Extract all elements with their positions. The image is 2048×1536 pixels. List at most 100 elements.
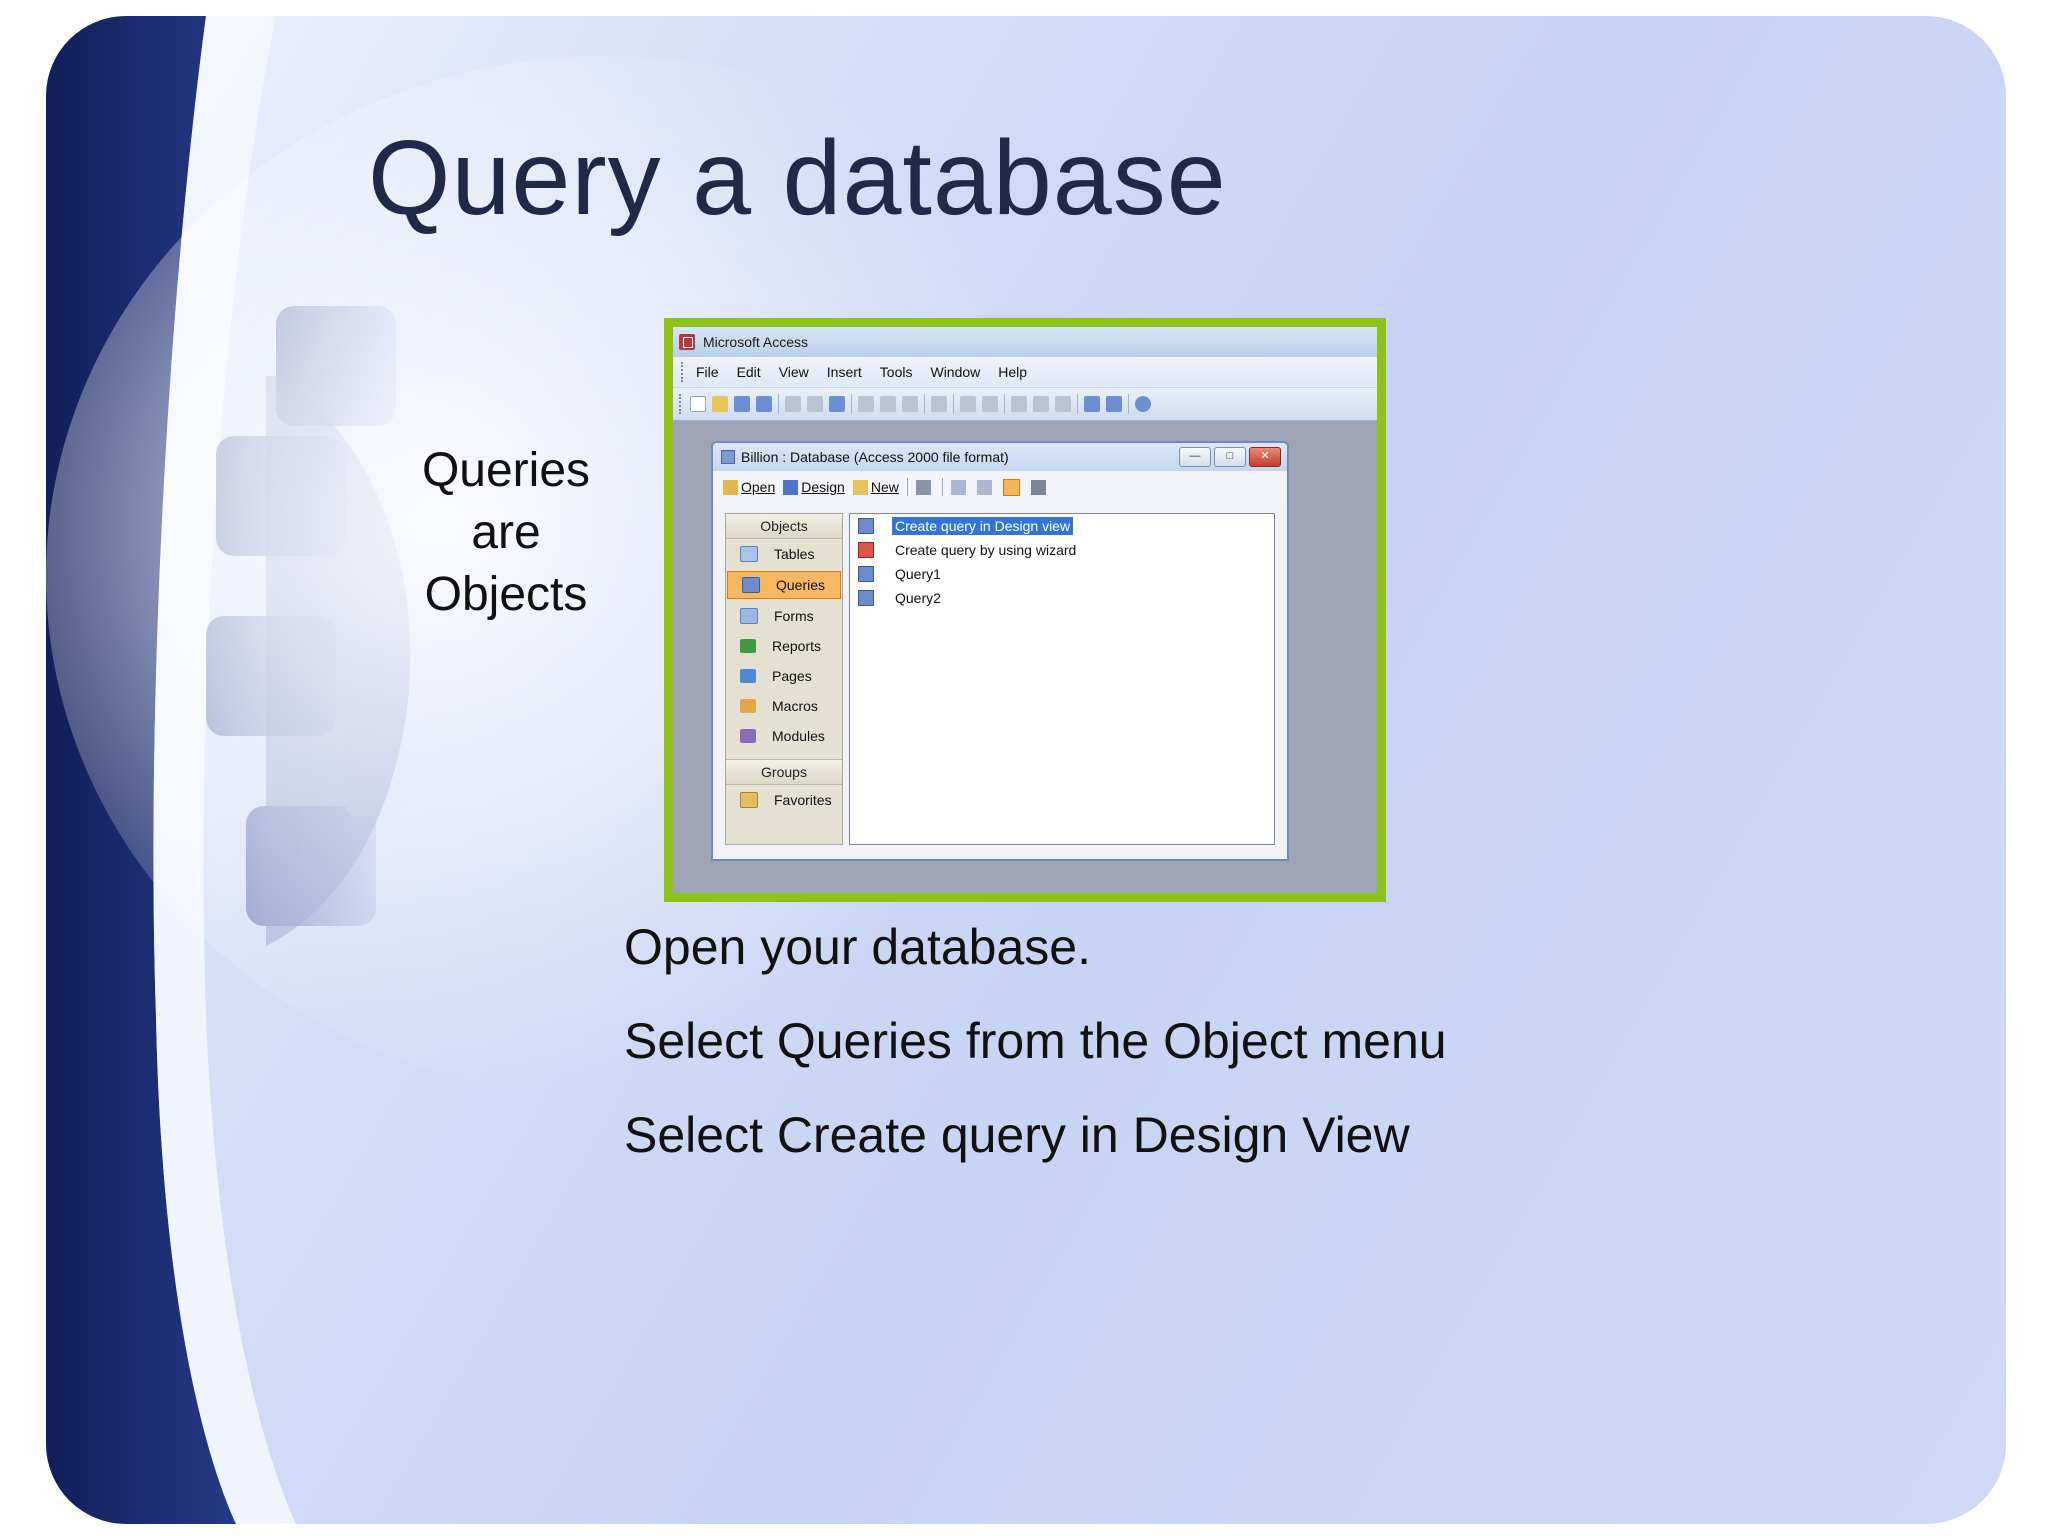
code-icon[interactable]	[1011, 396, 1027, 412]
object-macros[interactable]: Macros	[726, 691, 842, 721]
small-icons-button[interactable]	[976, 479, 995, 495]
favorites-folder-icon	[740, 792, 758, 808]
app-title: Microsoft Access	[703, 334, 809, 350]
object-pages[interactable]: Pages	[726, 661, 842, 691]
menu-bar: File Edit View Insert Tools Window Help	[673, 357, 1377, 388]
instruction-list: Open your database. Select Queries from …	[624, 918, 1447, 1200]
paste-icon[interactable]	[902, 396, 918, 412]
instruction-item: Open your database.	[624, 919, 1091, 975]
grip-icon	[681, 362, 686, 382]
toolbar-separator	[1128, 394, 1129, 414]
list-view-button[interactable]	[1002, 478, 1023, 496]
analyze-icon[interactable]	[982, 396, 998, 412]
report-icon	[740, 639, 756, 653]
database-icon	[721, 450, 735, 464]
macro-icon	[740, 699, 756, 713]
design-icon	[783, 479, 799, 495]
object-reports[interactable]: Reports	[726, 631, 842, 661]
cut-icon[interactable]	[858, 396, 874, 412]
side-note-line: Objects	[424, 568, 588, 621]
list-item-query2[interactable]: Query2	[850, 586, 1274, 610]
menu-file[interactable]: File	[696, 364, 719, 380]
open-label: Open	[741, 479, 776, 495]
objects-header[interactable]: Objects	[726, 514, 842, 539]
group-favorites[interactable]: Favorites	[726, 785, 842, 815]
close-icon[interactable]: ✕	[1249, 447, 1281, 467]
new-icon	[852, 479, 868, 495]
standard-toolbar	[673, 388, 1377, 421]
new-file-icon[interactable]	[690, 396, 706, 412]
toolbar-separator	[941, 478, 943, 496]
list-item-create-wizard[interactable]: Create query by using wizard	[850, 538, 1274, 562]
details-view-button[interactable]	[1030, 479, 1049, 495]
toolbar-separator	[906, 478, 908, 496]
object-label: Queries	[776, 577, 826, 593]
objects-bar: Objects Tables Queries Forms Reports Pag…	[725, 513, 843, 845]
small-icons-icon	[976, 479, 992, 495]
help-icon[interactable]	[1135, 396, 1151, 412]
access-logo-icon	[679, 334, 695, 350]
open-folder-icon[interactable]	[712, 396, 728, 412]
object-modules[interactable]: Modules	[726, 721, 842, 751]
list-item-label: Query2	[895, 590, 941, 606]
menu-view[interactable]: View	[779, 364, 809, 380]
menu-help[interactable]: Help	[998, 364, 1027, 380]
wizard-icon	[858, 542, 874, 558]
office-links-icon[interactable]	[960, 396, 976, 412]
menu-edit[interactable]: Edit	[737, 364, 761, 380]
large-icons-button[interactable]	[950, 479, 969, 495]
object-label: Tables	[774, 546, 815, 562]
instruction-item: Select Create query in Design View	[624, 1107, 1410, 1163]
toolbar-separator	[851, 394, 852, 414]
copy-icon[interactable]	[880, 396, 896, 412]
design-label: Design	[801, 479, 845, 495]
menu-window[interactable]: Window	[930, 364, 980, 380]
menu-insert[interactable]: Insert	[827, 364, 862, 380]
object-queries[interactable]: Queries	[727, 571, 841, 599]
toolbar-separator	[953, 394, 954, 414]
print-icon[interactable]	[785, 396, 801, 412]
save-icon[interactable]	[734, 396, 750, 412]
spelling-icon[interactable]	[829, 396, 845, 412]
details-view-icon	[1030, 479, 1046, 495]
list-item-create-design-view[interactable]: Create query in Design view	[850, 514, 1274, 538]
object-tables[interactable]: Tables	[726, 539, 842, 569]
groups-header[interactable]: Groups	[726, 759, 842, 785]
object-forms[interactable]: Forms	[726, 601, 842, 631]
database-window: Billion : Database (Access 2000 file for…	[711, 441, 1289, 861]
toolbar-separator	[1077, 394, 1078, 414]
table-icon	[740, 546, 758, 562]
new-button[interactable]: New	[852, 479, 899, 495]
module-icon	[740, 729, 756, 743]
script-icon[interactable]	[1033, 396, 1049, 412]
query-icon	[858, 590, 874, 606]
object-label: Forms	[774, 608, 814, 624]
minimize-icon[interactable]: —	[1179, 447, 1211, 467]
menu-tools[interactable]: Tools	[880, 364, 913, 380]
undo-icon[interactable]	[931, 396, 947, 412]
file-search-icon[interactable]	[756, 396, 772, 412]
print-preview-icon[interactable]	[807, 396, 823, 412]
slide-title: Query a database	[368, 119, 1227, 237]
maximize-icon[interactable]: □	[1214, 447, 1246, 467]
object-label: Modules	[772, 728, 825, 744]
toolbar-separator	[778, 394, 779, 414]
open-button[interactable]: Open	[723, 479, 775, 495]
delete-button[interactable]	[915, 479, 934, 495]
page-icon	[740, 669, 756, 683]
new-object-icon[interactable]	[1106, 396, 1122, 412]
list-item-label: Create query by using wizard	[895, 542, 1077, 558]
relationships-icon[interactable]	[1084, 396, 1100, 412]
form-icon	[740, 608, 758, 624]
app-title-bar: Microsoft Access	[673, 327, 1377, 357]
list-item-query1[interactable]: Query1	[850, 562, 1274, 586]
object-label: Pages	[772, 668, 812, 684]
grip-icon	[679, 394, 684, 414]
query-icon	[858, 566, 874, 582]
list-item-label: Create query in Design view	[892, 517, 1074, 535]
design-button[interactable]: Design	[783, 479, 845, 495]
properties-icon[interactable]	[1055, 396, 1071, 412]
list-item-label: Query1	[895, 566, 941, 582]
object-label: Reports	[772, 638, 822, 654]
database-window-title-bar: Billion : Database (Access 2000 file for…	[713, 443, 1287, 471]
